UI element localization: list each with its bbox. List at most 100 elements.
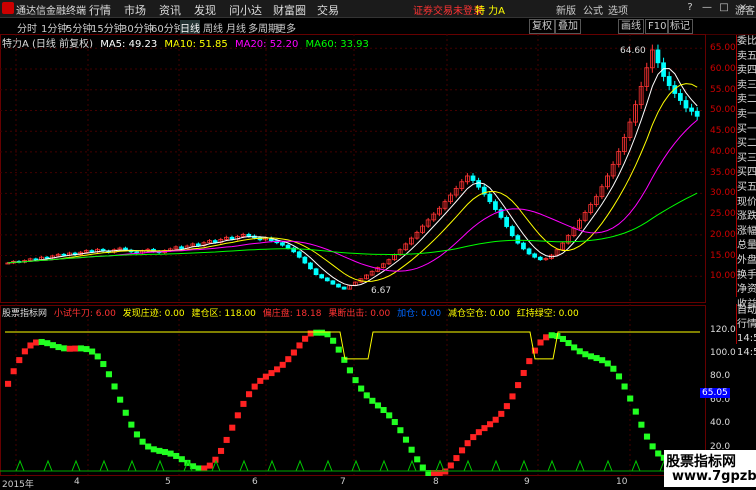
tab-weekly[interactable]: 周线 [203,20,223,35]
menu-ask[interactable]: 问小达 [229,2,262,18]
side-panel-label: 卖四 [737,65,756,77]
indicator-bar [262,373,269,380]
candle-body [61,253,67,256]
indicator-bar [223,436,230,443]
indicator-bar [391,419,398,426]
signal-triangle [463,459,473,472]
menu-market[interactable]: 市场 [124,2,146,18]
trade-login-alert[interactable]: 证券交易未登录 [413,2,483,17]
indicator-bar [128,421,135,428]
indicator-bar [229,424,236,431]
indicator-bar [5,380,12,387]
ind-item-6: 加仓: 0.00 [397,309,442,319]
signal-triangle [491,459,501,472]
price-tick-label: 10.00 [710,271,736,282]
indicator-bar [520,369,527,376]
indicator-bar [526,358,533,365]
kline-chart[interactable] [0,34,736,490]
draw-button[interactable]: 画线 [618,19,644,34]
side-panel-label: 外盘 [737,254,756,266]
minimize-button[interactable]: — [700,2,714,13]
adjust-button[interactable]: 复权 [529,19,555,34]
tab-60min[interactable]: 60分钟 [151,20,184,35]
indicator-bar [10,368,17,375]
indicator-bar [33,339,40,346]
high-price-label: 64.60 [620,46,646,56]
side-panel2-label: 行情 [737,319,756,330]
ind-item-4: 偏庄盘: 18.18 [262,309,322,319]
ind-item-2: 发现庄迹: 0.00 [122,309,185,319]
period-toolbar: 分时 1分钟 5分钟 15分钟 30分钟 60分钟 日线 周线 月线 多周期 更… [0,6,756,35]
indicator-bar [94,353,101,360]
candle-body [89,250,95,253]
ma20-line [7,119,698,272]
indicator-frame [0,305,706,476]
tab-1min[interactable]: 1分钟 [41,20,67,35]
candle-body [470,175,476,181]
maximize-button[interactable]: □ [717,2,731,13]
indicator-bar [582,351,589,358]
menu-options[interactable]: 选项 [608,2,628,17]
signal-triangle [43,459,53,472]
indicator-bar [559,335,566,342]
indicator-bar [257,377,264,384]
tab-15min[interactable]: 15分钟 [91,20,124,35]
date-label: 10 [616,477,628,487]
date-label: 8 [433,477,439,487]
indicator-bar [72,345,79,352]
menu-formula[interactable]: 公式 [583,2,603,17]
indicator-bar [604,360,611,367]
menu-trade[interactable]: 交易 [317,2,339,18]
side-panel2-label: 14:50 [737,333,756,344]
f10-button[interactable]: F10 [645,19,670,34]
indicator-bar [548,332,555,339]
indicator-bar [565,340,572,347]
candle-body [537,256,543,261]
guest-label[interactable]: 游客 [735,2,755,17]
tab-more[interactable]: 更多 [276,20,296,35]
price-tick-label: 20.00 [710,229,736,240]
indicator-bar [279,361,286,368]
candle-body [521,242,526,250]
indicator-bar [615,373,623,380]
watermark-line2: www.7gpzb.com [672,469,756,484]
indicator-bar [156,447,163,454]
indicator-bar [206,462,213,469]
menu-market-quotes[interactable]: 行情 [89,2,111,18]
signal-triangle [127,459,137,472]
tab-30min[interactable]: 30分钟 [121,20,154,35]
menu-wealth[interactable]: 财富圈 [273,2,306,18]
signal-triangle [351,459,361,472]
tab-timeshare[interactable]: 分时 [17,20,37,35]
help-button[interactable]: ? [683,2,697,13]
candle-body [330,280,336,285]
mark-button[interactable]: 标记 [667,19,693,34]
tab-daily[interactable]: 日线 [180,20,200,35]
signal-triangle [71,459,81,472]
candle-body [683,100,689,109]
indicator-bar [139,438,146,445]
tab-monthly[interactable]: 月线 [226,20,246,35]
indicator-legend: 股票指标网 小试牛刀: 6.00 发现庄迹: 0.00 建仓区: 118.00 … [2,306,583,319]
menu-new-version[interactable]: 新版 [556,2,576,17]
overlay-button[interactable]: 叠加 [555,19,581,34]
indicator-bar [515,382,522,389]
indicator-value-marker: 65.05 [700,388,730,398]
indicator-bar [414,456,421,463]
side-panel-label: 买三 [737,152,756,164]
signal-triangle [407,459,417,472]
tab-5min[interactable]: 5分钟 [66,20,92,35]
signal-triangle [15,459,25,472]
menu-news[interactable]: 资讯 [159,2,181,18]
indicator-bar [587,353,595,360]
candle-body [655,49,661,64]
indicator-bar [27,342,34,349]
side-panel-label: 卖五 [737,50,756,62]
candle-body [666,76,672,86]
tab-multi-period[interactable]: 多周期 [248,20,278,35]
candle-body [515,235,521,244]
side-panel-label: 涨跌 [737,211,756,223]
menu-discover[interactable]: 发现 [194,2,216,18]
indicator-bar [610,365,617,372]
indicator-bar [487,421,494,428]
